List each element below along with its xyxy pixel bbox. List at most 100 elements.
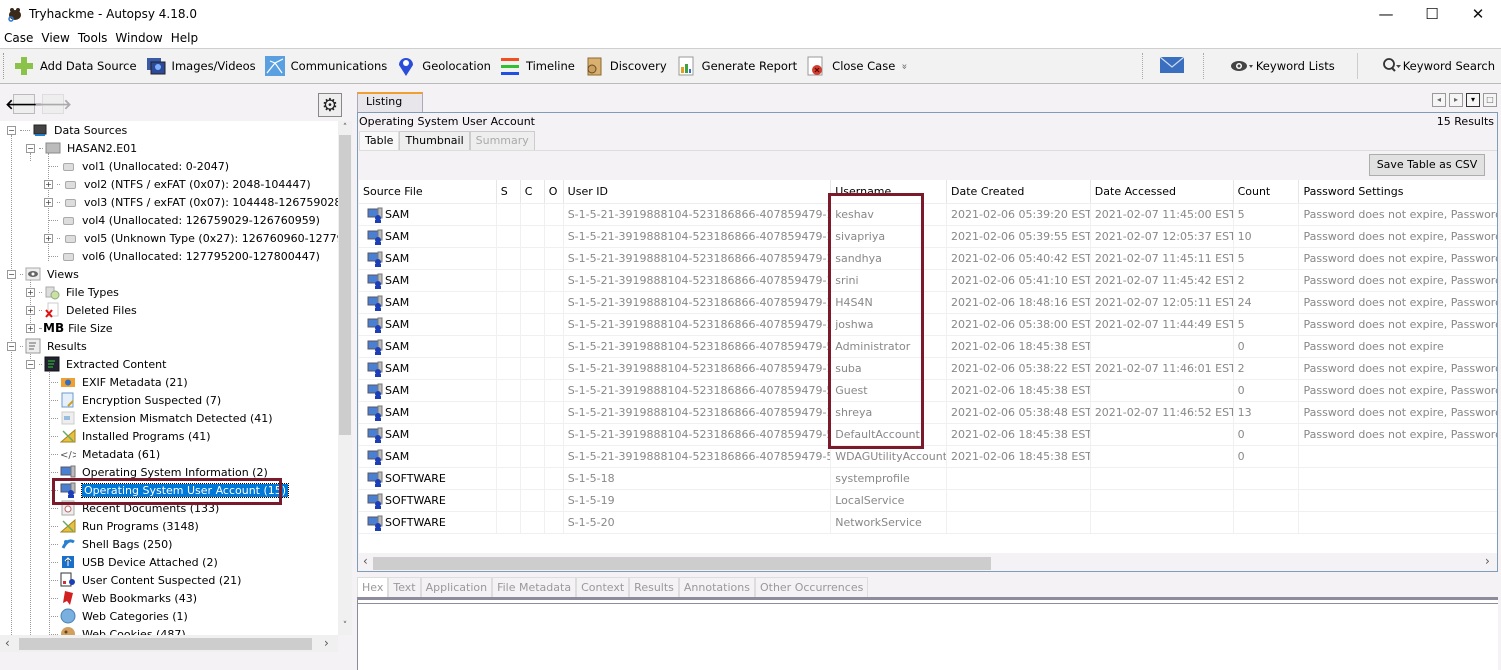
tree-node-data-sources[interactable]: − Data Sources bbox=[7, 121, 127, 139]
tree-node-volume[interactable]: + vol5 (Unknown Type (0x27): 126760960-12… bbox=[44, 229, 338, 247]
forward-button[interactable]: 🡒 bbox=[34, 94, 72, 114]
content-tab-text[interactable]: Text bbox=[388, 577, 421, 597]
subtab-summary[interactable]: Summary bbox=[469, 131, 535, 150]
scroll-right-icon[interactable]: › bbox=[324, 636, 329, 650]
tree-node-file-size[interactable]: + MB File Size bbox=[26, 319, 113, 337]
content-tab-hex[interactable]: Hex bbox=[357, 577, 389, 597]
collapse-icon[interactable]: − bbox=[26, 143, 35, 153]
scroll-thumb[interactable] bbox=[373, 557, 991, 570]
tree-node-exif[interactable]: EXIF Metadata (21) bbox=[49, 373, 188, 391]
tree-node-results[interactable]: − Results bbox=[7, 337, 87, 355]
table-row[interactable]: SAM S-1-5-21-3919888104-523186866-4078594… bbox=[359, 292, 1497, 314]
content-tab-annotations[interactable]: Annotations bbox=[678, 577, 755, 597]
expand-icon[interactable]: + bbox=[44, 233, 53, 243]
tab-listing[interactable]: Listing bbox=[357, 92, 423, 112]
save-table-csv-button[interactable]: Save Table as CSV bbox=[1369, 154, 1485, 176]
subtab-thumbnail[interactable]: Thumbnail bbox=[399, 131, 470, 150]
menu-window[interactable]: Window bbox=[111, 31, 166, 45]
menu-case[interactable]: Case bbox=[0, 31, 37, 45]
tree-node-volume[interactable]: + vol2 (NTFS / exFAT (0x07): 2048-104447) bbox=[44, 175, 311, 193]
table-row[interactable]: SAM S-1-5-21-3919888104-523186866-4078594… bbox=[359, 424, 1497, 446]
menu-help[interactable]: Help bbox=[167, 31, 202, 45]
tree-node-bookmark[interactable]: Web Bookmarks (43) bbox=[49, 589, 197, 607]
tree-node-extracted-content[interactable]: − Extracted Content bbox=[26, 355, 166, 373]
scroll-right-icon[interactable]: › bbox=[1485, 554, 1490, 568]
timeline-button[interactable]: Timeline bbox=[499, 55, 575, 77]
collapse-icon[interactable]: − bbox=[7, 125, 16, 135]
add-data-source-button[interactable]: Add Data Source bbox=[13, 55, 137, 77]
toolbar-grip[interactable] bbox=[3, 53, 7, 79]
expand-icon[interactable]: + bbox=[26, 305, 35, 315]
subtab-table[interactable]: Table bbox=[359, 131, 400, 150]
table-row[interactable]: SOFTWARE S-1-5-18 systemprofile bbox=[359, 468, 1497, 490]
tree-horizontal-scrollbar[interactable]: ‹ › bbox=[0, 635, 338, 652]
tree-node-web-categories[interactable]: Web Categories (1) bbox=[49, 607, 188, 625]
generate-report-button[interactable]: Generate Report bbox=[675, 55, 797, 77]
maximize-button[interactable]: ☐ bbox=[1409, 0, 1455, 28]
column-header-source-file[interactable]: Source File bbox=[359, 180, 497, 203]
menu-view[interactable]: View bbox=[37, 31, 73, 45]
tab-scroll-left-button[interactable]: ◂ bbox=[1432, 93, 1446, 107]
tab-dropdown-button[interactable]: ▾ bbox=[1466, 93, 1480, 107]
table-row[interactable]: SAM S-1-5-21-3919888104-523186866-4078594… bbox=[359, 314, 1497, 336]
column-header-c[interactable]: C bbox=[521, 180, 545, 203]
collapse-icon[interactable]: − bbox=[26, 359, 35, 369]
table-row[interactable]: SAM S-1-5-21-3919888104-523186866-4078594… bbox=[359, 226, 1497, 248]
scroll-thumb[interactable] bbox=[339, 135, 351, 435]
table-row[interactable]: SAM S-1-5-21-3919888104-523186866-4078594… bbox=[359, 336, 1497, 358]
column-header-s[interactable]: S bbox=[497, 180, 521, 203]
tree-node-encryption[interactable]: Encryption Suspected (7) bbox=[49, 391, 221, 409]
toolbar-overflow-button[interactable]: » bbox=[899, 63, 910, 69]
content-tab-context[interactable]: Context bbox=[576, 577, 630, 597]
table-row[interactable]: SOFTWARE S-1-5-20 NetworkService bbox=[359, 512, 1497, 534]
table-row[interactable]: SOFTWARE S-1-5-19 LocalService bbox=[359, 490, 1497, 512]
scroll-thumb[interactable] bbox=[19, 638, 312, 650]
tree-node-extension-mismatch[interactable]: Extension Mismatch Detected (41) bbox=[49, 409, 273, 427]
tree-node-deleted-files[interactable]: + Deleted Files bbox=[26, 301, 137, 319]
tree-node-image[interactable]: − HASAN2.E01 bbox=[26, 139, 137, 157]
tree-node-volume[interactable]: vol6 (Unallocated: 127795200-127800447) bbox=[48, 247, 320, 265]
content-tab-results[interactable]: Results bbox=[629, 577, 679, 597]
table-horizontal-scrollbar[interactable]: ‹ › bbox=[359, 553, 1497, 571]
table-row[interactable]: SAM S-1-5-21-3919888104-523186866-4078594… bbox=[359, 402, 1497, 424]
tree-node-views[interactable]: − Views bbox=[7, 265, 79, 283]
close-case-button[interactable]: Close Case bbox=[805, 55, 895, 77]
keyword-search-button[interactable]: Keyword Search bbox=[1382, 55, 1495, 77]
close-window-button[interactable]: ✕ bbox=[1455, 0, 1501, 28]
tree-node-file-types[interactable]: + File Types bbox=[26, 283, 119, 301]
content-tab-file-metadata[interactable]: File Metadata bbox=[492, 577, 577, 597]
communications-button[interactable]: Communications bbox=[264, 55, 387, 77]
settings-button[interactable]: ⚙ bbox=[318, 93, 342, 117]
scroll-left-icon[interactable]: ‹ bbox=[5, 636, 10, 650]
keyword-lists-button[interactable]: Keyword Lists bbox=[1230, 55, 1335, 77]
discovery-button[interactable]: Discovery bbox=[583, 55, 667, 77]
expand-icon[interactable]: + bbox=[44, 197, 53, 207]
tree-node-shell-bags[interactable]: Shell Bags (250) bbox=[49, 535, 172, 553]
images-videos-button[interactable]: Images/Videos bbox=[145, 55, 256, 77]
content-tab-application[interactable]: Application bbox=[420, 577, 493, 597]
table-row[interactable]: SAM S-1-5-21-3919888104-523186866-4078594… bbox=[359, 380, 1497, 402]
tree-node-metadata[interactable]: </> Metadata (61) bbox=[49, 445, 160, 463]
scroll-up-icon[interactable]: ˄ bbox=[338, 123, 352, 133]
tree-node-user-content[interactable]: User Content Suspected (21) bbox=[49, 571, 241, 589]
menu-tools[interactable]: Tools bbox=[74, 31, 112, 45]
table-row[interactable]: SAM S-1-5-21-3919888104-523186866-4078594… bbox=[359, 270, 1497, 292]
table-row[interactable]: SAM S-1-5-21-3919888104-523186866-4078594… bbox=[359, 248, 1497, 270]
email-button[interactable] bbox=[1159, 55, 1185, 77]
geolocation-button[interactable]: Geolocation bbox=[395, 55, 491, 77]
scroll-down-icon[interactable]: ˅ bbox=[338, 621, 352, 631]
expand-icon[interactable]: + bbox=[44, 179, 53, 189]
column-header-o[interactable]: O bbox=[545, 180, 564, 203]
minimize-button[interactable]: — bbox=[1363, 0, 1409, 28]
back-button[interactable]: 🡐 bbox=[5, 94, 43, 114]
column-header-user-id[interactable]: User ID bbox=[564, 180, 832, 203]
expand-icon[interactable]: + bbox=[26, 323, 35, 333]
column-header-count[interactable]: Count bbox=[1234, 180, 1300, 203]
tree-node-cookies[interactable]: Web Cookies (487) bbox=[49, 625, 186, 635]
table-row[interactable]: SAM S-1-5-21-3919888104-523186866-4078594… bbox=[359, 204, 1497, 226]
maximize-panel-button[interactable]: □ bbox=[1483, 93, 1497, 107]
content-tab-other-occurrences[interactable]: Other Occurrences bbox=[754, 577, 869, 597]
collapse-icon[interactable]: − bbox=[7, 341, 16, 351]
tree-node-volume[interactable]: vol1 (Unallocated: 0-2047) bbox=[48, 157, 229, 175]
tree-vertical-scrollbar[interactable]: ˄ ˅ bbox=[338, 121, 352, 635]
